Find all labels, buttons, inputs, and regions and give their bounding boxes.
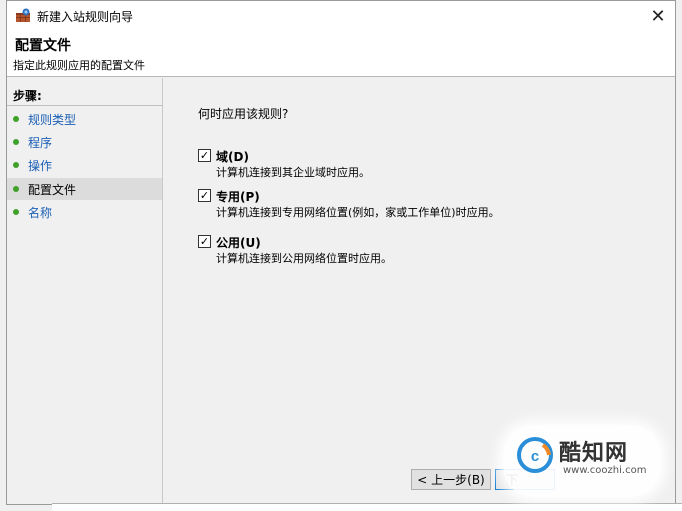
step-label: 名称	[28, 205, 53, 220]
step-label: 程序	[28, 135, 53, 150]
public-label[interactable]: 公用(U)	[216, 234, 261, 251]
watermark-name: 酷知网	[559, 441, 629, 466]
watermark-url: www.coozhi.com	[563, 465, 647, 476]
step-rule-type[interactable]: 规则类型	[7, 108, 162, 130]
back-button[interactable]: < 上一步(B)	[411, 469, 491, 490]
coozhi-logo-icon: c	[517, 437, 553, 473]
page-subtitle: 指定此规则应用的配置文件	[13, 59, 145, 72]
steps-divider	[7, 105, 163, 106]
step-action[interactable]: 操作	[7, 154, 162, 176]
check-icon: ✓	[199, 189, 210, 202]
page-title: 配置文件	[15, 38, 71, 54]
question-text: 何时应用该规则?	[198, 107, 289, 121]
domain-checkbox[interactable]: ✓	[198, 149, 211, 162]
close-button[interactable]: ✕	[641, 1, 675, 31]
step-label: 规则类型	[28, 112, 77, 127]
firewall-app-icon	[16, 8, 30, 22]
window-title: 新建入站规则向导	[37, 10, 134, 24]
step-bullet-icon	[13, 209, 19, 215]
step-profile[interactable]: 配置文件	[7, 178, 162, 200]
domain-label[interactable]: 域(D)	[216, 148, 249, 165]
private-description: 计算机连接到专用网络位置(例如，家或工作单位)时应用。	[216, 206, 500, 219]
check-icon: ✓	[199, 235, 210, 248]
background-window-strip	[52, 503, 682, 511]
close-icon: ✕	[650, 5, 666, 27]
steps-sidebar: 步骤: 规则类型 程序 操作 配置文件 名称	[7, 78, 163, 504]
watermark: c 酷知网 www.coozhi.com	[503, 425, 661, 497]
page-header: 配置文件 指定此规则应用的配置文件	[7, 31, 675, 77]
step-bullet-icon	[13, 139, 19, 145]
title-bar: 新建入站规则向导 ✕	[7, 1, 675, 31]
step-bullet-icon	[13, 162, 19, 168]
domain-description: 计算机连接到其企业域时应用。	[216, 166, 370, 179]
check-icon: ✓	[199, 149, 210, 162]
step-bullet-icon	[13, 116, 19, 122]
public-description: 计算机连接到公用网络位置时应用。	[216, 252, 392, 265]
private-checkbox[interactable]: ✓	[198, 189, 211, 202]
step-label: 配置文件	[28, 182, 77, 197]
step-name[interactable]: 名称	[7, 201, 162, 223]
public-checkbox[interactable]: ✓	[198, 235, 211, 248]
private-label[interactable]: 专用(P)	[216, 188, 260, 205]
step-program[interactable]: 程序	[7, 131, 162, 153]
step-bullet-icon	[13, 186, 19, 192]
step-label: 操作	[28, 158, 53, 173]
steps-heading: 步骤:	[13, 89, 42, 103]
svg-text:c: c	[531, 448, 539, 465]
